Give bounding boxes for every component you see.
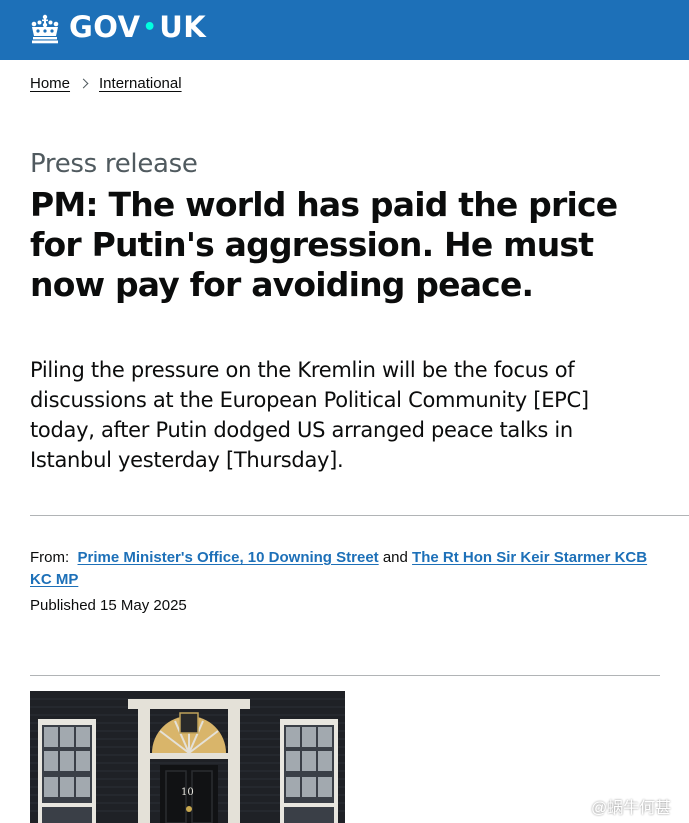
- downing-street-image: 10: [30, 691, 345, 823]
- section-divider: [30, 515, 689, 516]
- weibo-icon: [565, 798, 587, 814]
- logo-wordmark: GOV•UK: [69, 10, 206, 48]
- weibo-watermark: @蜗牛何甚: [565, 794, 671, 818]
- logo-text-uk: UK: [159, 10, 207, 44]
- from-and-text: and: [382, 549, 408, 566]
- breadcrumb-home-link[interactable]: Home: [30, 75, 70, 92]
- document-type-caption: Press release: [30, 149, 198, 179]
- watermark-text: @蜗牛何甚: [591, 800, 672, 817]
- breadcrumb: Home International: [30, 75, 182, 92]
- from-metadata: From: Prime Minister's Office, 10 Downin…: [30, 547, 660, 591]
- crown-icon: [31, 14, 59, 44]
- site-header: GOV•UK: [0, 0, 689, 60]
- from-label: From:: [30, 549, 70, 566]
- downing-street-door-illustration: 10: [30, 691, 345, 823]
- published-date: Published 15 May 2025: [30, 597, 187, 614]
- from-org-link-pmo[interactable]: Prime Minister's Office, 10 Downing Stre…: [78, 549, 379, 566]
- govuk-logo-link[interactable]: GOV•UK: [29, 10, 206, 48]
- svg-text:10: 10: [181, 787, 194, 798]
- chevron-right-icon: [78, 78, 89, 89]
- section-divider: [30, 675, 660, 676]
- lead-paragraph: Piling the pressure on the Kremlin will …: [30, 358, 589, 472]
- page-title: PM: The world has paid the price for Put…: [30, 185, 618, 304]
- logo-dot: •: [142, 15, 158, 40]
- logo-text-gov: GOV: [69, 10, 141, 44]
- breadcrumb-international-link[interactable]: International: [99, 75, 182, 92]
